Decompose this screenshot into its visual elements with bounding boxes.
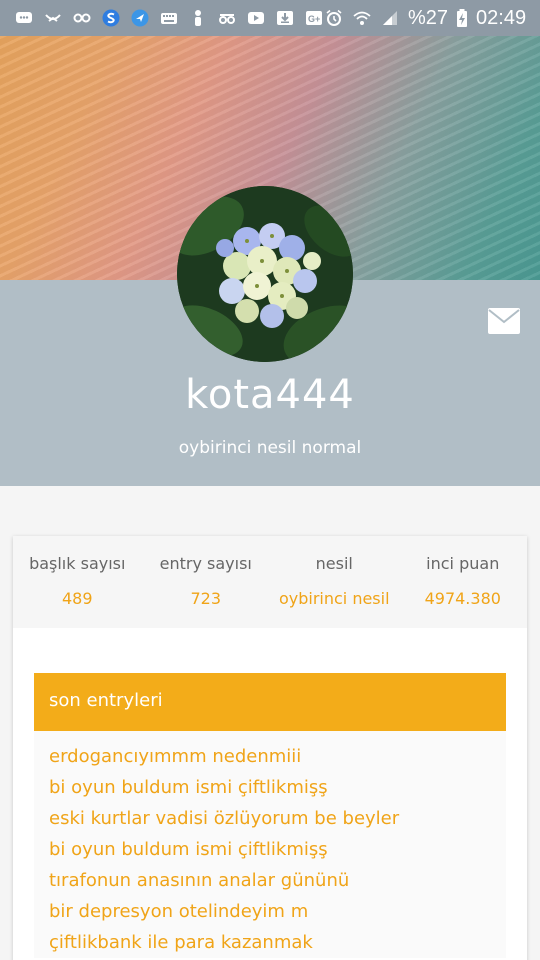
svg-text:G+: G+ [308,14,320,24]
stat-entry-sayisi: entry sayısı 723 [142,536,271,628]
battery-charging-icon [456,9,468,27]
entry-link[interactable]: eski kurtlar vadisi özlüyorum be beyler [49,803,506,834]
battery-percent: %27 [408,6,449,29]
entry-link[interactable]: bir depresyon otelindeyim m [49,896,506,927]
avatar-flower-image [177,186,353,362]
clock: 02:49 [476,6,527,29]
loop-icon [72,9,92,27]
download-icon [275,9,295,27]
wifi-icon [352,9,372,27]
alarm-icon [324,9,344,27]
s-app-icon [101,9,121,27]
profile-card: başlık sayısı 489 entry sayısı 723 nesil… [13,536,527,960]
send-app-icon [130,9,150,27]
stat-inci-puan: inci puan 4974.380 [399,536,528,628]
entry-link[interactable]: tırafonun anasının analar gününü [49,865,506,896]
entries-section-title: son entryleri [34,673,506,731]
stat-label: nesil [315,554,353,573]
stat-label: inci puan [426,554,500,573]
glasses-icon [217,9,237,27]
person-icon [188,9,208,27]
notification-icons: G+ [14,9,324,27]
stat-value: 489 [61,589,93,608]
stats-row: başlık sayısı 489 entry sayısı 723 nesil… [13,536,527,628]
generation-label: oybirinci nesil normal [178,438,362,458]
google-plus-icon: G+ [304,9,324,27]
youtube-icon [246,9,266,27]
voicemail-icon [43,9,63,27]
stat-baslik-sayisi: başlık sayısı 489 [13,536,142,628]
entry-link[interactable]: çiftlikbank ile para kazanmak [49,927,506,958]
username: kota444 [185,372,355,418]
system-icons: %27 02:49 [324,7,526,30]
status-bar: G+ %27 02:49 [0,0,540,36]
stat-label: entry sayısı [159,554,252,573]
message-icon [14,9,34,27]
entries-list: erdogancıyımmm nedenmiii bi oyun buldum … [34,731,506,958]
stat-value: 723 [190,589,222,608]
stat-value: oybirinci nesil [278,589,390,608]
stat-label: başlık sayısı [29,554,126,573]
entry-link[interactable]: erdogancıyımmm nedenmiii [49,741,506,772]
signal-icon [380,9,400,27]
avatar[interactable] [177,186,353,362]
keyboard-icon [159,9,179,27]
entry-link[interactable]: bi oyun buldum ismi çiftlikmişş [49,834,506,865]
entry-link[interactable]: bi oyun buldum ismi çiftlikmişş [49,772,506,803]
mail-icon[interactable] [488,308,520,334]
stat-value: 4974.380 [424,589,501,608]
stat-nesil: nesil oybirinci nesil [270,536,399,628]
